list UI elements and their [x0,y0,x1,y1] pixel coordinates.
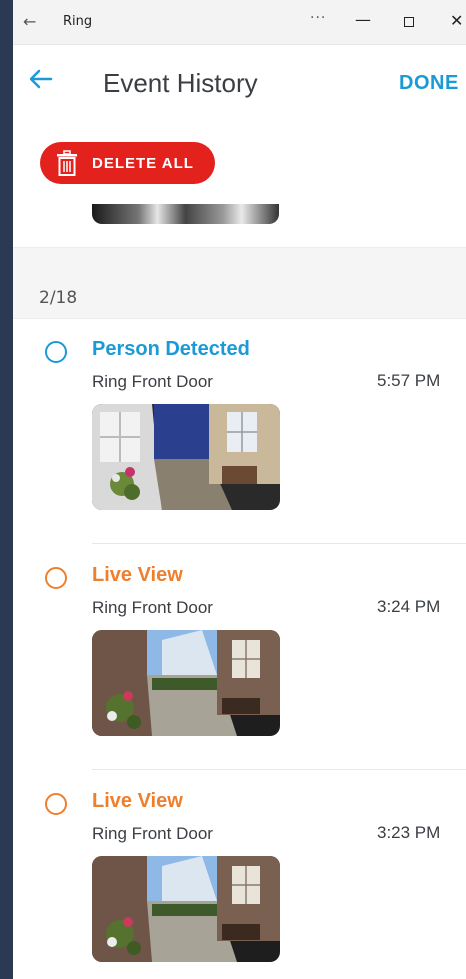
event-thumbnail[interactable] [92,630,280,736]
back-arrow-icon[interactable] [29,68,53,96]
window-minimize-button[interactable]: — [355,10,371,29]
event-item[interactable]: Person Detected Ring Front Door 5:57 PM [13,318,466,544]
select-radio[interactable] [45,341,67,363]
select-radio[interactable] [45,567,67,589]
previous-event-thumbnail[interactable] [92,204,279,224]
event-item[interactable]: Live View Ring Front Door 3:23 PM [13,770,466,979]
event-time: 3:24 PM [377,597,441,616]
event-thumbnail[interactable] [92,856,280,962]
event-device: Ring Front Door [92,824,213,843]
window-maximize-button[interactable] [404,17,414,27]
event-time: 3:23 PM [377,823,441,842]
event-thumbnail[interactable] [92,404,280,510]
delete-all-label: DELETE ALL [92,154,194,172]
event-time: 5:57 PM [377,371,441,390]
date-label: 2/18 [39,288,78,308]
window-titlebar: ← Ring ··· — ✕ [13,0,466,45]
event-title: Person Detected [92,338,250,360]
event-item[interactable]: Live View Ring Front Door 3:24 PM [13,544,466,770]
event-device: Ring Front Door [92,598,213,617]
app-window: ← Ring ··· — ✕ Event History DONE DELETE… [13,0,466,979]
trash-icon [52,148,82,178]
event-device: Ring Front Door [92,372,213,391]
done-button[interactable]: DONE [399,72,459,95]
window-close-button[interactable]: ✕ [450,11,463,30]
window-more-button[interactable]: ··· [310,10,326,26]
window-title: Ring [63,14,93,29]
event-title: Live View [92,790,183,812]
select-radio[interactable] [45,793,67,815]
delete-all-button[interactable]: DELETE ALL [40,142,215,184]
page-title: Event History [103,68,258,98]
event-title: Live View [92,564,183,586]
page-header: Event History DONE [13,44,466,124]
window-back-icon[interactable]: ← [23,12,36,31]
date-group-header: 2/18 [13,247,466,319]
